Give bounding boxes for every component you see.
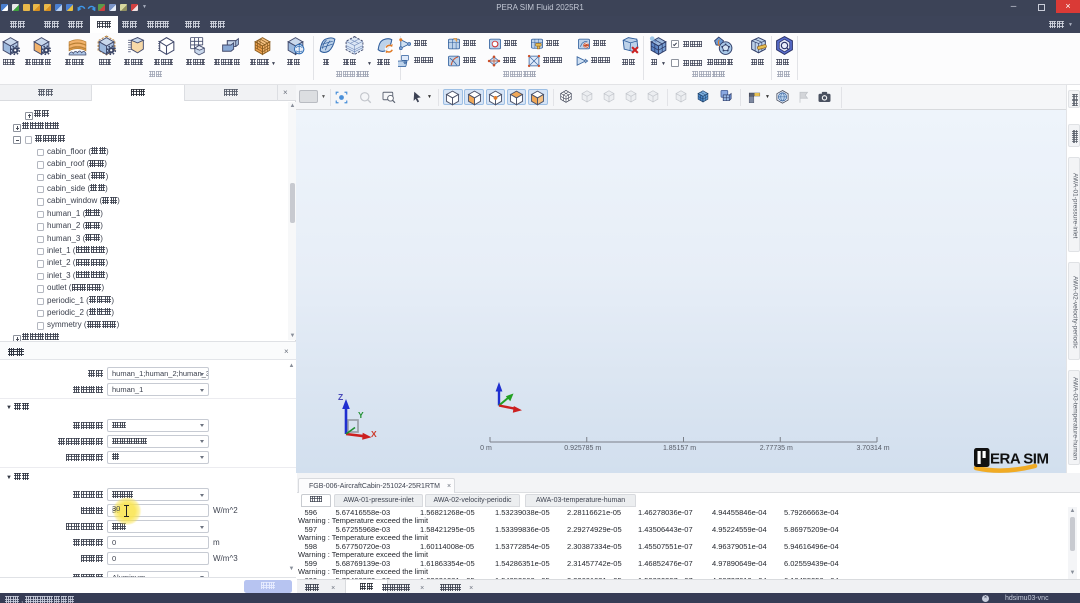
svg-text:ERA SIM: ERA SIM xyxy=(990,451,1048,468)
